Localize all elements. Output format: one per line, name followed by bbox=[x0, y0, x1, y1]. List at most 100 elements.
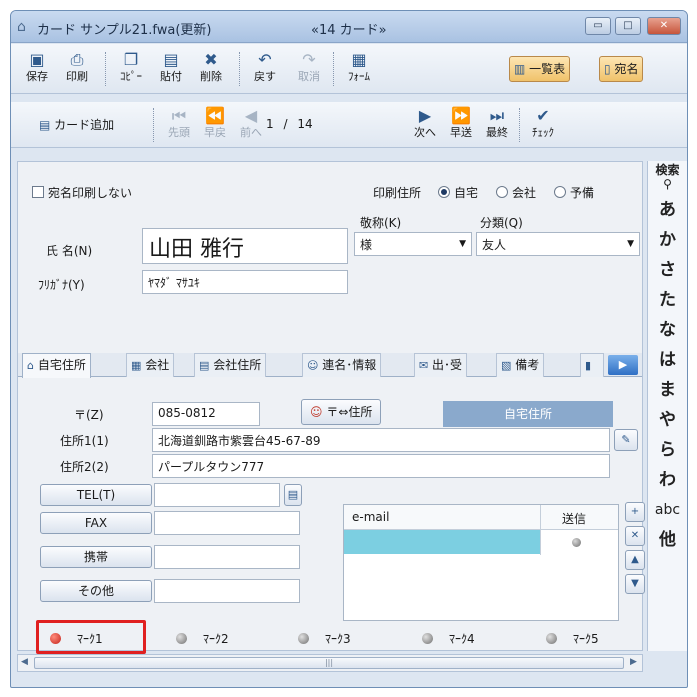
first-card-button[interactable]: ⏮ 先頭 bbox=[161, 106, 197, 140]
index-wa[interactable]: わ bbox=[648, 465, 687, 495]
email-grid-divider bbox=[540, 505, 541, 555]
address1-label: 住所1(1) bbox=[60, 434, 109, 448]
tab-more[interactable]: ▮ bbox=[580, 353, 604, 377]
index-abc[interactable]: abc bbox=[648, 495, 687, 525]
index-ma[interactable]: ま bbox=[648, 375, 687, 405]
index-a[interactable]: あ bbox=[648, 195, 687, 225]
toolbar-divider bbox=[153, 108, 154, 142]
tab-company[interactable]: ▦ 会社 bbox=[126, 353, 175, 377]
index-sa[interactable]: さ bbox=[648, 255, 687, 285]
print-button[interactable]: ⎙ 印刷 bbox=[59, 50, 95, 84]
index-ya[interactable]: や bbox=[648, 405, 687, 435]
phone-menu-button[interactable]: ▤ bbox=[284, 484, 302, 506]
tab-scroll-right-button[interactable]: ▶ bbox=[608, 355, 638, 375]
mark-5-toggle[interactable]: ﾏｰｸ5 bbox=[546, 630, 599, 647]
email-add-button[interactable]: + bbox=[625, 502, 645, 522]
zip-to-address-button[interactable]: ☺ 〒⇔住所 bbox=[301, 399, 382, 425]
delete-button[interactable]: ✖ 削除 bbox=[193, 50, 229, 84]
mark-4-toggle[interactable]: ﾏｰｸ4 bbox=[422, 630, 475, 647]
prev-card-button[interactable]: ◀ 前へ bbox=[233, 106, 269, 140]
scroll-right-icon[interactable]: ▶ bbox=[630, 657, 637, 667]
furigana-input[interactable]: ﾔﾏﾀﾞ ﾏｻﾕｷ bbox=[142, 270, 348, 294]
send-toggle-dot[interactable] bbox=[572, 538, 581, 547]
fast-back-button[interactable]: ⏪ 早戻 bbox=[197, 106, 233, 140]
scroll-left-icon[interactable]: ◀ bbox=[21, 657, 28, 667]
check-button[interactable]: ✔ ﾁｪｯｸ bbox=[525, 106, 561, 140]
close-button[interactable]: ✕ bbox=[647, 17, 681, 35]
address-edit-button[interactable]: ✎ bbox=[614, 429, 638, 451]
other-phone-button[interactable]: その他 bbox=[40, 580, 152, 602]
last-card-button[interactable]: ⏭ 最終 bbox=[479, 106, 515, 140]
page-total: 14 bbox=[297, 117, 313, 131]
honorific-select[interactable]: 様 ▼ bbox=[354, 232, 472, 256]
mark-1-highlight-box bbox=[36, 620, 146, 654]
paste-button[interactable]: ▤ 貼付 bbox=[153, 50, 189, 84]
phone-list-icon: ▤ bbox=[287, 488, 299, 501]
horizontal-scrollbar[interactable]: ◀ ||| ▶ bbox=[17, 654, 643, 672]
chevron-down-icon: ▼ bbox=[627, 239, 634, 249]
mark-dot-icon bbox=[422, 633, 433, 644]
zip-input[interactable]: 085-0812 bbox=[152, 402, 260, 426]
print-address-home-radio[interactable] bbox=[438, 186, 450, 198]
list-view-button[interactable]: ▥ 一覧表 bbox=[509, 56, 571, 82]
address2-input[interactable]: パープルタウン777 bbox=[152, 454, 610, 478]
cancel-button[interactable]: ↷ 取消 bbox=[291, 50, 327, 84]
index-na[interactable]: な bbox=[648, 315, 687, 345]
mobile-input[interactable] bbox=[154, 545, 300, 569]
maximize-button[interactable]: □ bbox=[615, 17, 641, 35]
add-card-button[interactable]: ▤ カード追加 bbox=[39, 113, 114, 137]
category-select[interactable]: 友人 ▼ bbox=[476, 232, 640, 256]
honorific-label: 敬称(K) bbox=[360, 216, 402, 230]
tab-notes[interactable]: ▧ 備考 bbox=[496, 353, 545, 377]
tel-button[interactable]: TEL(T) bbox=[40, 484, 152, 506]
rewind-icon: ⏪ bbox=[205, 106, 225, 125]
print-address-office-radio[interactable] bbox=[496, 186, 508, 198]
form-icon: ▦ bbox=[351, 50, 367, 69]
index-other[interactable]: 他 bbox=[648, 525, 687, 555]
people-icon: ☺ bbox=[307, 359, 319, 372]
mark-3-toggle[interactable]: ﾏｰｸ3 bbox=[298, 630, 351, 647]
email-delete-button[interactable]: ✕ bbox=[625, 526, 645, 546]
email-row-selected[interactable] bbox=[344, 530, 540, 554]
index-ha[interactable]: は bbox=[648, 345, 687, 375]
no-address-print-label: 宛名印刷しない bbox=[48, 186, 133, 200]
print-address-spare-radio[interactable] bbox=[554, 186, 566, 198]
tab-home-address[interactable]: ⌂ 自宅住所 bbox=[22, 353, 91, 378]
fast-forward-button[interactable]: ⏩ 早送 bbox=[443, 106, 479, 140]
tab-company-address[interactable]: ▤ 会社住所 bbox=[194, 353, 267, 377]
tel-input[interactable] bbox=[154, 483, 280, 507]
fax-input[interactable] bbox=[154, 511, 300, 535]
copy-button[interactable]: ❐ ｺﾋﾟｰ bbox=[113, 50, 149, 84]
email-down-button[interactable]: ▼ bbox=[625, 574, 645, 594]
minimize-button[interactable]: ▭ bbox=[585, 17, 611, 35]
no-address-print-checkbox[interactable] bbox=[32, 186, 44, 198]
undo-button[interactable]: ↶ 戻す bbox=[247, 50, 283, 84]
first-icon: ⏮ bbox=[171, 106, 187, 125]
toolbar-divider bbox=[519, 108, 520, 142]
navigation-toolbar: ▤ カード追加 ⏮ 先頭 ⏪ 早戻 ◀ 前へ 1 / 14 ▶ 次へ ⏩ 早送 bbox=[11, 102, 687, 148]
index-ra[interactable]: ら bbox=[648, 435, 687, 465]
form-button[interactable]: ▦ ﾌｫｰﾑ bbox=[341, 50, 377, 84]
index-ta[interactable]: た bbox=[648, 285, 687, 315]
address1-input[interactable]: 北海道釧路市紫雲台45-67-89 bbox=[152, 428, 610, 452]
index-search-button[interactable]: 検索 ⚲ bbox=[648, 161, 687, 195]
print-address-spare-label: 予備 bbox=[570, 186, 595, 200]
name-input[interactable]: 山田 雅行 bbox=[142, 228, 348, 264]
tab-joint-names-info[interactable]: ☺ 連名･情報 bbox=[302, 353, 382, 377]
mark-2-toggle[interactable]: ﾏｰｸ2 bbox=[176, 630, 229, 647]
address-button[interactable]: ▯ 宛名 bbox=[599, 56, 644, 82]
fax-button[interactable]: FAX bbox=[40, 512, 152, 534]
other-phone-input[interactable] bbox=[154, 579, 300, 603]
toolbar-divider bbox=[239, 52, 240, 86]
tab-sent-received[interactable]: ✉ 出･受 bbox=[414, 353, 468, 377]
save-button[interactable]: ▣ 保存 bbox=[19, 50, 55, 84]
email-grid-header: e-mail 送信 bbox=[344, 505, 618, 530]
index-ka[interactable]: か bbox=[648, 225, 687, 255]
email-up-button[interactable]: ▲ bbox=[625, 550, 645, 570]
email-column-header: e-mail bbox=[352, 510, 390, 524]
scrollbar-thumb[interactable]: ||| bbox=[34, 657, 624, 669]
mobile-button[interactable]: 携帯 bbox=[40, 546, 152, 568]
page-indicator: 1 / 14 bbox=[266, 117, 313, 131]
next-card-button[interactable]: ▶ 次へ bbox=[407, 106, 443, 140]
title-bar: ⌂ カード サンプル21.fwa(更新) «14 カード» ▭ □ ✕ bbox=[11, 11, 687, 43]
